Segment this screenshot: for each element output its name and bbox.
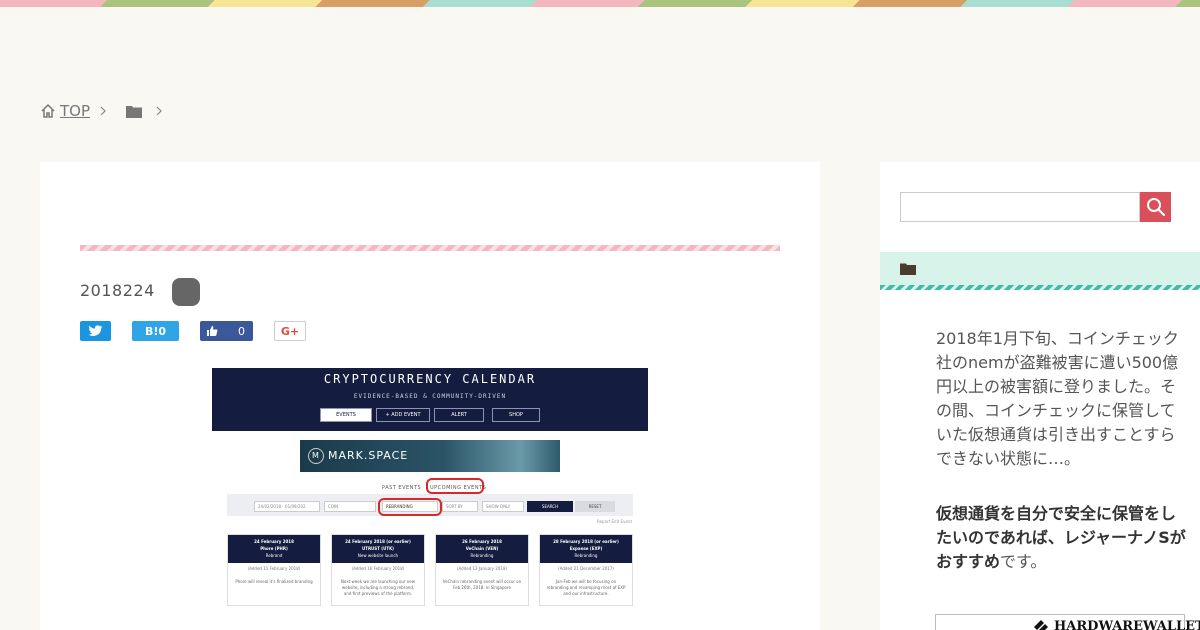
event-card-header: 28 February 2018 (or earlier) Expanse (E… [540, 535, 632, 563]
chevron-right-icon [100, 106, 106, 116]
markspace-text: MARK.SPACE [328, 449, 409, 462]
event-title: Rebrand [265, 553, 283, 558]
event-date: 26 February 2018 [462, 539, 502, 544]
sidebar-intro-text: 2018年1月下旬、コインチェック社のnemが盗難被害に遭い500億円以上の被害… [936, 329, 1179, 468]
calendar-subtitle: EVIDENCE-BASED & COMMUNITY-DRIVEN [353, 393, 507, 400]
event-added: (Added 11 February 2018) [247, 566, 301, 571]
like-count: 0 [238, 324, 245, 338]
event-coin: Phore (PHR) [260, 546, 288, 551]
breadcrumb: TOP [40, 102, 176, 120]
show-filter: SHOW ONLY [482, 501, 524, 512]
breadcrumb-top-link[interactable]: TOP [60, 102, 90, 120]
google-plus-button[interactable]: G+ [274, 321, 306, 341]
chevron-right-icon [156, 106, 162, 116]
calendar-reset-button: RESET [575, 501, 615, 512]
article-main: 2018224 B! 0 0 G+ CRYPTOCURRENCY CALENDA… [40, 162, 820, 630]
event-date: 28 February 2018 (or earlier) [553, 539, 619, 544]
event-coin: UTRUST (UTK) [361, 546, 395, 551]
sort-filter: SORT BY [442, 501, 478, 512]
markspace-banner: M MARK.SPACE [300, 440, 560, 472]
folder-icon [900, 263, 916, 275]
twitter-share-button[interactable] [80, 321, 111, 341]
event-added: (Added 13 January 2018) [456, 566, 508, 571]
date-range-filter: 24/02/2018 - 01/09/202 [254, 501, 320, 512]
markspace-logo: M [308, 448, 324, 464]
decorative-top-stripe [0, 0, 1200, 7]
past-events-tab: PAST EVENTS [382, 485, 422, 491]
event-desc: Jan-Feb we will be focusing on rebrandin… [546, 579, 626, 596]
event-card: 26 February 2018 VeChain (VEN) Rebrandin… [435, 534, 529, 606]
calendar-header: CRYPTOCURRENCY CALENDAR EVIDENCE-BASED &… [212, 368, 648, 431]
highlight-ring [426, 478, 484, 494]
hatena-bookmark-button[interactable]: B! 0 [132, 321, 179, 341]
search-icon [1146, 198, 1165, 217]
event-desc: VeChain rebranding event will occur on F… [442, 579, 522, 590]
title-divider [80, 245, 780, 251]
calendar-add-event-button: + ADD EVENT [376, 408, 430, 422]
event-desc: Next week we are launching our new websi… [340, 579, 416, 596]
event-card-header: 24 February 2018 Phore (PHR) Rebrand [228, 535, 320, 563]
facebook-like-button[interactable]: 0 [200, 321, 253, 341]
event-date: 24 February 2018 (or earlier) [345, 539, 411, 544]
recommendation-bold: 仮想通貨を自分で安全に保管をしたいのであれば、レジャーナノSがおすすめ [936, 504, 1186, 571]
calendar-shop-button: SHOP [492, 408, 540, 422]
post-date: 2018224 [80, 281, 155, 300]
folder-icon[interactable] [126, 104, 143, 118]
calendar-screenshot-image: CRYPTOCURRENCY CALENDAR EVIDENCE-BASED &… [212, 368, 648, 630]
calendar-events-button: EVENTS [320, 408, 372, 422]
event-coin: VeChain (VEN) [465, 546, 499, 551]
highlight-ring [378, 498, 442, 516]
event-date: 24 February 2018 [254, 539, 294, 544]
thumbs-up-icon [207, 326, 218, 336]
report-link: Report Edit Event [597, 519, 633, 524]
event-title: Rebranding [574, 553, 598, 558]
event-card-header: 24 February 2018 (or earlier) UTRUST (UT… [332, 535, 424, 563]
hardware-wallet-banner[interactable]: HARDWAREWALLET [935, 614, 1200, 630]
event-title: New website launch [357, 553, 399, 558]
calendar-title: CRYPTOCURRENCY CALENDAR [323, 372, 537, 386]
event-card: 24 February 2018 Phore (PHR) Rebrand (Ad… [227, 534, 321, 606]
event-title: Rebranding [470, 553, 494, 558]
event-card: 28 February 2018 (or earlier) Expanse (E… [539, 534, 633, 606]
event-coin: Expanse (EXP) [569, 546, 603, 551]
home-icon [41, 103, 55, 118]
hardware-wallet-text: HARDWAREWALLET [1054, 619, 1200, 630]
event-card-header: 26 February 2018 VeChain (VEN) Rebrandin… [436, 535, 528, 563]
sidebar: 2018年1月下旬、コインチェック社のnemが盗難被害に遭い500億円以上の被害… [880, 162, 1200, 630]
search-button[interactable] [1140, 192, 1171, 222]
hardware-wallet-logo-icon [1034, 620, 1048, 630]
hatena-label: B! [144, 324, 159, 338]
hatena-count: 0 [158, 324, 167, 338]
event-added: (Added 21 December 2017) [558, 566, 614, 571]
event-card: 24 February 2018 (or earlier) UTRUST (UT… [331, 534, 425, 606]
event-desc: Phore will reveal it's finalized brandin… [235, 579, 313, 584]
twitter-icon [88, 325, 103, 336]
sidebar-recommendation: 仮想通貨を自分で安全に保管をしたいのであれば、レジャーナノSがおすすめです。 [936, 502, 1190, 574]
search-input[interactable] [900, 192, 1140, 222]
calendar-search-button: SEARCH [527, 501, 573, 512]
category-widget-header [880, 252, 1200, 290]
event-added: (Added 16 February 2018) [351, 566, 405, 571]
coin-filter: COIN [324, 501, 376, 512]
recommendation-tail: です。 [1000, 552, 1047, 571]
calendar-alert-button: ALERT [434, 408, 484, 422]
category-badge[interactable] [172, 278, 200, 306]
